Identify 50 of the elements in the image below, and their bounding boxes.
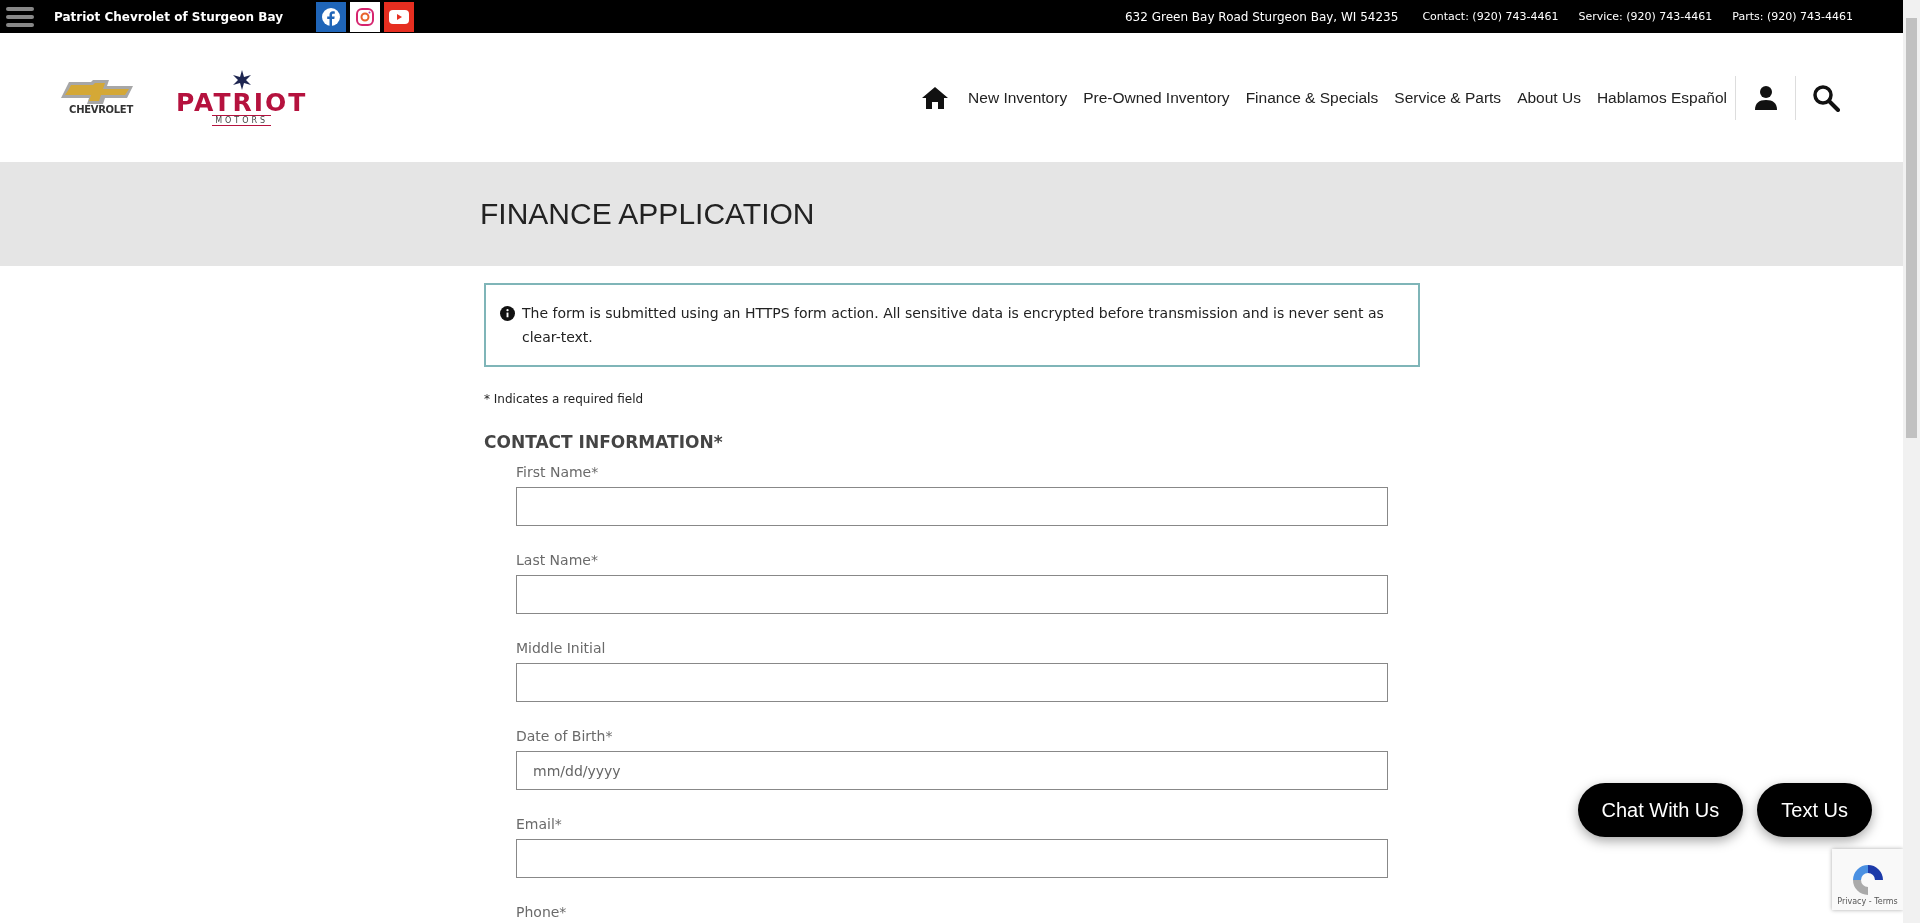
instagram-icon [355, 6, 375, 27]
patriot-logo[interactable]: PATRIOT MOTORS [176, 69, 308, 126]
nav-link[interactable]: About Us [1509, 88, 1589, 107]
dealer-address: 632 Green Bay Road Sturgeon Bay, WI 54235 [1124, 9, 1399, 24]
motors-wordmark: MOTORS [212, 114, 272, 126]
play-icon [389, 9, 409, 24]
field-label: Phone* [516, 904, 568, 920]
notice-text: The form is submitted using an HTTPS form action. All sensitive data is encrypted before transmission and is never sent as clear-text. [522, 304, 1385, 347]
instagram-link[interactable] [350, 1, 380, 32]
chevrolet-logo[interactable]: CHEVROLET [56, 80, 146, 115]
search-icon [1811, 83, 1840, 112]
input-field[interactable] [516, 839, 1388, 878]
field-label: Email* [516, 816, 563, 832]
input-field[interactable] [516, 487, 1388, 526]
nav-link[interactable]: Finance & Specials [1237, 88, 1387, 107]
star-icon [231, 69, 252, 90]
facebook-link[interactable] [316, 1, 346, 32]
recaptcha-icon [1850, 863, 1885, 897]
youtube-link[interactable] [384, 1, 414, 32]
chat-button[interactable]: Text Us [1757, 783, 1872, 837]
field-label: Middle Initial [516, 640, 607, 656]
page-title: FINANCE APPLICATION [480, 197, 815, 231]
input-field[interactable] [516, 575, 1388, 614]
input-field[interactable]: mm/dd/yyyy [516, 751, 1388, 790]
field-label: Date of Birth* [516, 728, 614, 744]
section-heading: CONTACT INFORMATION* [484, 432, 724, 452]
phone-number[interactable]: Contact: (920) 743-4461 [1422, 10, 1559, 23]
info-icon [500, 306, 515, 321]
patriot-wordmark: PATRIOT [176, 89, 308, 115]
nav-link[interactable]: Service & Parts [1386, 88, 1510, 107]
input-field[interactable] [516, 663, 1388, 702]
facebook-icon [321, 6, 341, 27]
chat-button[interactable]: Chat With Us [1577, 783, 1744, 837]
recaptcha-links[interactable]: Privacy - Terms [1837, 897, 1898, 906]
phone-number[interactable]: Parts: (920) 743-4461 [1732, 10, 1853, 23]
field-label: First Name* [516, 464, 600, 480]
phone-number[interactable]: Service: (920) 743-4461 [1578, 10, 1713, 23]
dealer-name: Patriot Chevrolet of Sturgeon Bay [54, 9, 284, 24]
home-icon [922, 86, 949, 109]
scrollbar[interactable] [1903, 0, 1920, 923]
required-note: * Indicates a required field [484, 392, 645, 406]
field-label: Last Name* [516, 552, 599, 568]
recaptcha-badge[interactable]: Privacy - Terms [1832, 849, 1903, 910]
nav-link[interactable]: New Inventory [960, 88, 1076, 107]
menu-icon[interactable] [6, 4, 34, 29]
chevrolet-wordmark: CHEVROLET [69, 104, 133, 115]
nav-link[interactable]: Hablamos Español [1588, 88, 1735, 107]
scrollbar-thumb[interactable] [1906, 18, 1917, 438]
person-icon [1754, 85, 1777, 110]
nav-link[interactable]: Pre-Owned Inventory [1075, 88, 1238, 107]
